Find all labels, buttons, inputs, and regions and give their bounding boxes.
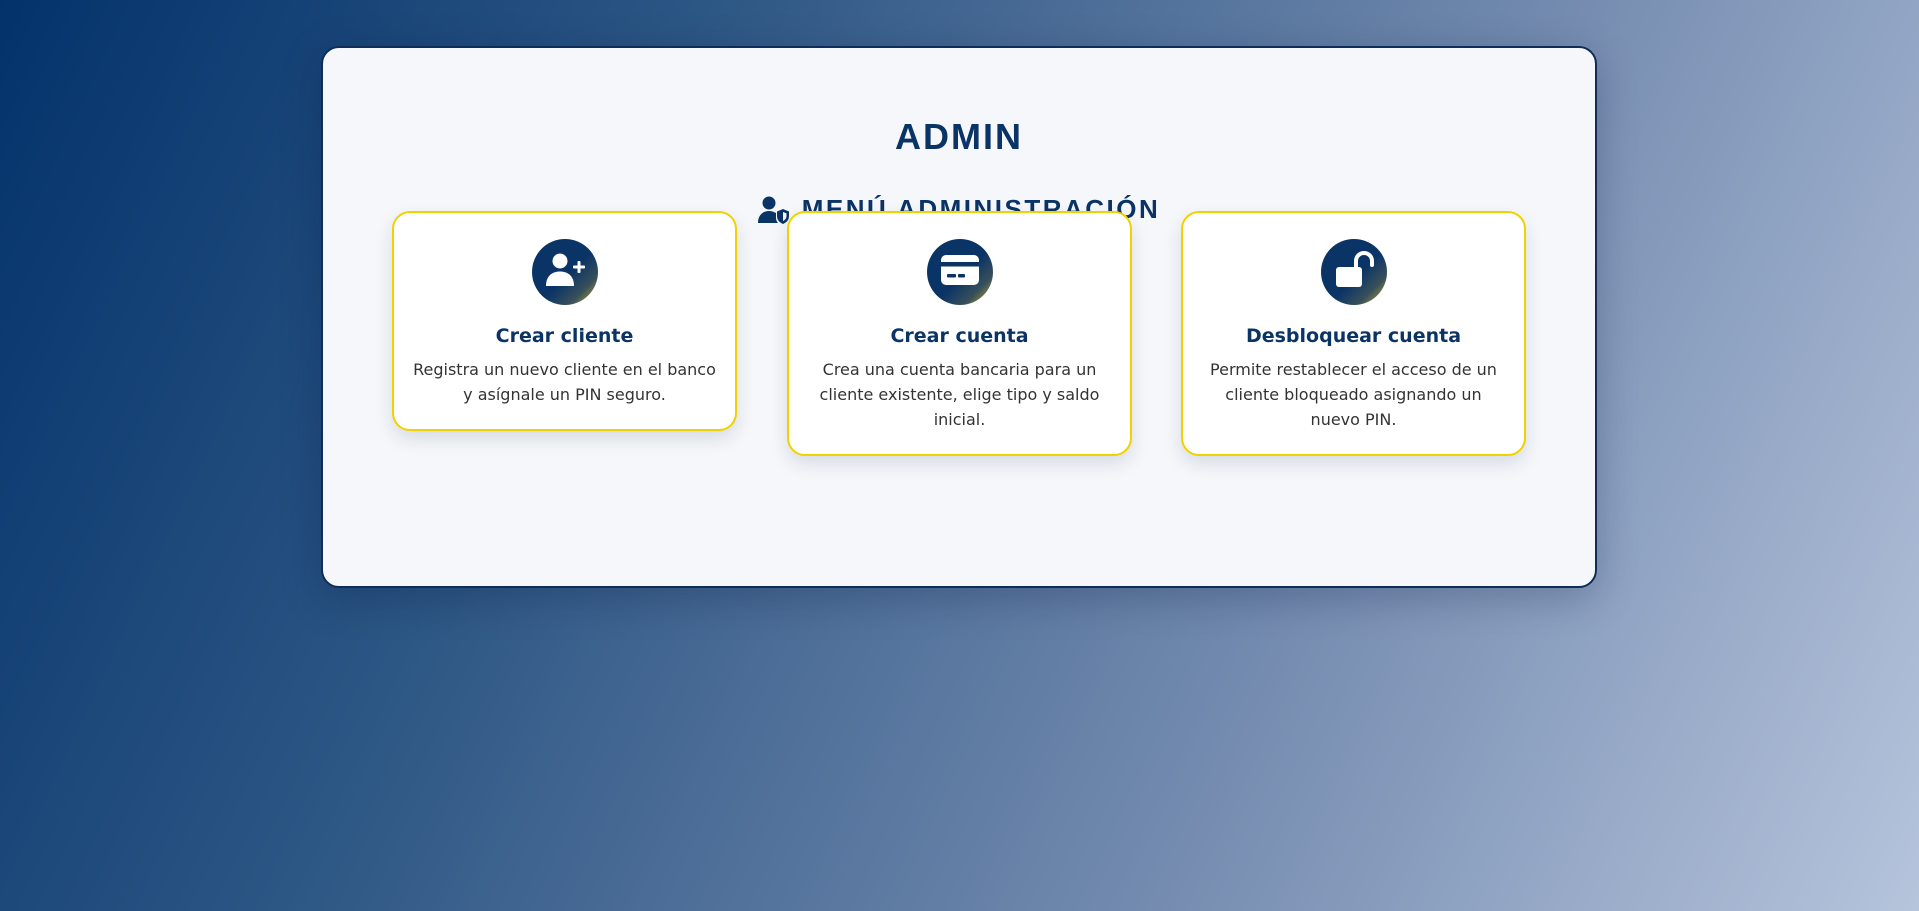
create-client-description: Registra un nuevo cliente en el banco y … [413, 360, 716, 404]
credit-card-icon [940, 254, 980, 290]
create-client-title: Crear cliente [495, 325, 634, 347]
create-account-card[interactable]: Crear cuenta Crea una cuenta bancaria pa… [787, 211, 1132, 456]
create-account-title: Crear cuenta [890, 325, 1029, 347]
unlock-account-icon-badge [1320, 239, 1387, 305]
unlock-account-card[interactable]: Desbloquear cuenta Permite restablecer e… [1181, 211, 1526, 456]
create-account-description: Crea una cuenta bancaria para un cliente… [819, 360, 1100, 429]
unlock-account-description: Permite restablecer el acceso de un clie… [1210, 360, 1497, 429]
unlock-icon [1334, 250, 1374, 293]
unlock-account-title: Desbloquear cuenta [1245, 325, 1462, 347]
user-plus-icon [545, 252, 585, 292]
create-client-icon-badge [531, 239, 598, 305]
create-client-card[interactable]: Crear cliente Registra un nuevo cliente … [392, 211, 737, 431]
create-account-icon-badge [926, 239, 993, 305]
user-shield-icon [757, 196, 790, 224]
page-title: ADMIN [895, 116, 1023, 157]
